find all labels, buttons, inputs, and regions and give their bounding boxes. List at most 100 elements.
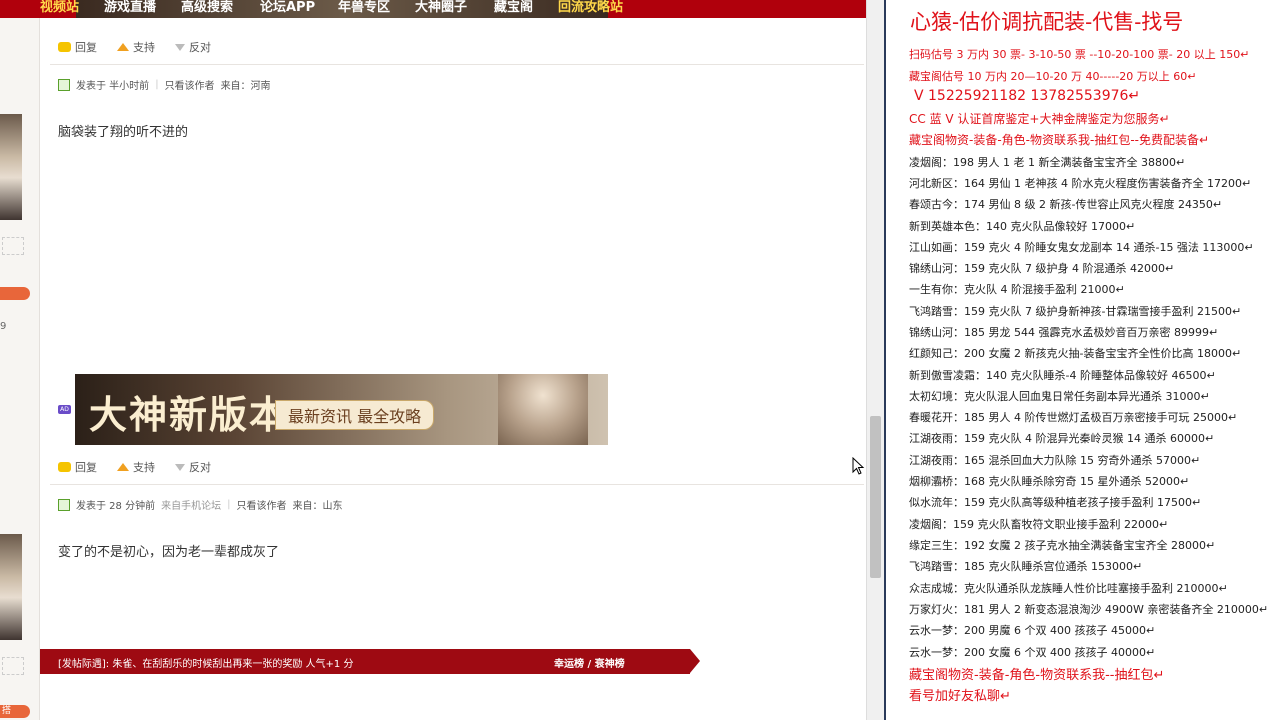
support-label: 支持 bbox=[133, 41, 155, 54]
oppose-button[interactable]: 反对 bbox=[175, 459, 211, 475]
user-avatar[interactable] bbox=[0, 534, 22, 640]
panel-line: 凌烟阁：198 男人 1 老 1 新全满装备宝宝齐全 38800↵ bbox=[909, 156, 1186, 169]
reply-icon bbox=[58, 42, 71, 52]
encounter-text: [发帖际遇]: 朱雀、在刮刮乐的时候刮出再来一张的奖励 人气+1 分 bbox=[58, 659, 354, 670]
panel-line: 春暖花开：185 男人 4 阶传世燃灯孟极百万亲密接手可玩 25000↵ bbox=[909, 411, 1238, 424]
post-content: 变了的不是初心，因为老一辈都成灰了 bbox=[58, 545, 280, 560]
meta-divider: | bbox=[155, 79, 159, 90]
user-avatar[interactable] bbox=[0, 114, 22, 220]
nav-item-circle[interactable]: 大神圈子 bbox=[415, 0, 467, 15]
panel-line: 扫码估号 3 万内 30 票- 3-10-50 票 --10-20-100 票-… bbox=[909, 48, 1250, 61]
post-encounter-bar: [发帖际遇]: 朱雀、在刮刮乐的时候刮出再来一张的奖励 人气+1 分 幸运榜 /… bbox=[40, 649, 700, 674]
post-icon bbox=[58, 78, 70, 91]
oppose-button[interactable]: 反对 bbox=[175, 39, 211, 55]
only-author-link[interactable]: 只看该作者 bbox=[165, 77, 215, 92]
nav-item-cangbaoge[interactable]: 藏宝阁 bbox=[494, 0, 533, 15]
reply-button[interactable]: 回复 bbox=[58, 459, 97, 475]
ad-subtitle: 最新资讯 最全攻略 bbox=[275, 400, 435, 430]
top-nav-bar: 视频站 游戏直播 高级搜索 论坛APP 年兽专区 大神圈子 藏宝阁 回流攻略站 bbox=[0, 0, 866, 18]
panel-phone-line: V 15225921182 13782553976↵ bbox=[914, 88, 1141, 104]
post-location: 来自：河南 bbox=[220, 81, 271, 92]
avatar-placeholder bbox=[2, 237, 24, 255]
support-button[interactable]: 支持 bbox=[117, 39, 155, 55]
post-meta: 发表于 半小时前 | 只看该作者 来自：河南 bbox=[58, 77, 271, 92]
thumb-down-icon bbox=[175, 43, 185, 51]
oppose-label: 反对 bbox=[189, 41, 211, 54]
post-action-row: 回复 支持 反对 bbox=[58, 457, 225, 477]
post-icon bbox=[58, 498, 70, 511]
panel-line: CC 蓝 V 认证首席鉴定+大神金牌鉴定为您服务↵ bbox=[909, 112, 1170, 126]
user-level-tag: 搭 bbox=[0, 705, 30, 718]
oppose-label: 反对 bbox=[189, 461, 211, 474]
post-action-row: 回复 支持 反对 bbox=[58, 37, 225, 57]
thumb-up-icon bbox=[117, 43, 129, 51]
ad-character-image bbox=[498, 374, 588, 445]
thumb-up-icon bbox=[117, 463, 129, 471]
panel-line: 江湖夜雨：165 混杀回血大力队除 15 穷奇外通杀 57000↵ bbox=[909, 454, 1201, 467]
panel-title: 心猿-估价调抗配装-代售-找号 bbox=[910, 10, 1184, 34]
panel-line: 看号加好友私聊↵ bbox=[909, 689, 1011, 704]
panel-line: 红颜知己：200 女魔 2 新孩克火抽-装备宝宝齐全性价比高 18000↵ bbox=[909, 347, 1242, 360]
panel-line: 云水一梦：200 男魔 6 个双 400 孩孩子 45000↵ bbox=[909, 624, 1156, 637]
panel-line: 似水流年：159 克火队高等级种植老孩子接手盈利 17500↵ bbox=[909, 496, 1202, 509]
reply-label: 回复 bbox=[75, 41, 97, 54]
avatar-placeholder bbox=[2, 657, 24, 675]
browser-viewport: 9 搭 视频站 游戏直播 高级搜索 论坛APP 年兽专区 大神圈子 藏宝阁 回流… bbox=[0, 0, 884, 720]
support-button[interactable]: 支持 bbox=[117, 459, 155, 475]
nav-item-live[interactable]: 游戏直播 bbox=[104, 0, 156, 15]
panel-line: 江山如画：159 克火 4 阶睡女鬼女龙副本 14 通杀-15 强法 11300… bbox=[909, 241, 1254, 254]
panel-line: 缘定三生：192 女魔 2 孩子克水抽全满装备宝宝齐全 28000↵ bbox=[909, 539, 1216, 552]
panel-line: 飞鸿踏雪：159 克火队 7 级护身新神孩-甘霖瑞雪接手盈利 21500↵ bbox=[909, 305, 1242, 318]
meta-divider: | bbox=[227, 499, 231, 510]
panel-line: 新到英雄本色：140 克火队品像较好 17000↵ bbox=[909, 220, 1136, 233]
panel-line: 江湖夜雨：159 克火队 4 阶混异光秦岭灵猴 14 通杀 60000↵ bbox=[909, 432, 1215, 445]
panel-line: 藏宝阁估号 10 万内 20—10-20 万 40-----20 万以上 60↵ bbox=[909, 70, 1197, 83]
thumb-down-icon bbox=[175, 463, 185, 471]
divider bbox=[50, 64, 864, 65]
nav-item-app[interactable]: 论坛APP bbox=[260, 0, 315, 15]
post-content: 脑袋装了翔的听不进的 bbox=[58, 125, 189, 140]
text-overlay-panel: 心猿-估价调抗配装-代售-找号 扫码估号 3 万内 30 票- 3-10-50 … bbox=[900, 0, 1280, 720]
thread-content: 回复 支持 反对 发表于 半小时前 | 只看该作者 来自：河南 脑袋装了翔的听不… bbox=[40, 18, 866, 720]
post-time: 发表于 28 分钟前 bbox=[76, 501, 156, 512]
ad-title: 大神新版本 bbox=[89, 392, 290, 437]
panel-line: 河北新区：164 男仙 1 老神孩 4 阶水克火程度伤害装备齐全 17200↵ bbox=[909, 177, 1252, 190]
post-time: 发表于 半小时前 bbox=[76, 81, 150, 92]
left-sidebar: 9 搭 bbox=[0, 0, 40, 720]
panel-line: 烟柳灞桥：168 克火队睡杀除穷奇 15 星外通杀 52000↵ bbox=[909, 475, 1190, 488]
scrollbar-thumb[interactable] bbox=[870, 416, 881, 578]
post-location: 来自：山东 bbox=[292, 501, 343, 512]
reply-button[interactable]: 回复 bbox=[58, 39, 97, 55]
support-label: 支持 bbox=[133, 461, 155, 474]
panel-line: 飞鸿踏雪：185 克火队睡杀宫位通杀 153000↵ bbox=[909, 560, 1143, 573]
ad-banner[interactable]: 大神新版本 最新资讯 最全攻略 bbox=[75, 374, 608, 445]
reply-icon bbox=[58, 462, 71, 472]
panel-line: 藏宝阁物资-装备-角色-物资联系我--抽红包↵ bbox=[909, 668, 1165, 683]
panel-line: 万家灯火：181 男人 2 新变态混浪淘沙 4900W 亲密装备齐全 21000… bbox=[909, 603, 1269, 616]
post-meta: 发表于 28 分钟前 来自手机论坛 | 只看该作者 来自：山东 bbox=[58, 497, 342, 512]
panel-line: 太初幻境：克火队混人回血鬼日常任务副本异光通杀 31000↵ bbox=[909, 390, 1210, 403]
post-source: 来自手机论坛 bbox=[161, 501, 222, 512]
luck-ranking-link[interactable]: 幸运榜 / 衰神榜 bbox=[554, 655, 625, 670]
panel-line: 春颂古今：174 男仙 8 级 2 新孩-传世容止风克火程度 24350↵ bbox=[909, 198, 1223, 211]
panel-line: 一生有你：克火队 4 阶混接手盈利 21000↵ bbox=[909, 283, 1125, 296]
ad-badge: AD bbox=[58, 405, 71, 414]
panel-line: 凌烟阁：159 克火队畜牧符文职业接手盈利 22000↵ bbox=[909, 518, 1169, 531]
divider bbox=[50, 484, 864, 485]
only-author-link[interactable]: 只看该作者 bbox=[236, 497, 286, 512]
panel-line: 云水一梦：200 女魔 6 个双 400 孩孩子 40000↵ bbox=[909, 646, 1156, 659]
window-divider bbox=[884, 0, 900, 720]
nav-item-nianshou[interactable]: 年兽专区 bbox=[338, 0, 390, 15]
user-stat-number: 9 bbox=[0, 321, 7, 332]
nav-item-guide[interactable]: 回流攻略站 bbox=[558, 0, 623, 15]
reply-label: 回复 bbox=[75, 461, 97, 474]
panel-line: 锦绣山河：185 男龙 544 强霹克水孟极妙音百万亲密 89999↵ bbox=[909, 326, 1219, 339]
panel-line: 众志成城：克火队通杀队龙族睡人性价比哇塞接手盈利 210000↵ bbox=[909, 582, 1228, 595]
page-scrollbar[interactable] bbox=[866, 0, 884, 720]
nav-item-video[interactable]: 视频站 bbox=[40, 0, 79, 15]
panel-line: 藏宝阁物资-装备-角色-物资联系我-抽红包--免费配装备↵ bbox=[909, 133, 1210, 147]
nav-item-search[interactable]: 高级搜索 bbox=[181, 0, 233, 15]
user-level-tag bbox=[0, 287, 30, 300]
panel-line: 新到傲雪凌霜：140 克火队睡杀-4 阶睡整体品像较好 46500↵ bbox=[909, 369, 1216, 382]
panel-line: 锦绣山河：159 克火队 7 级护身 4 阶混通杀 42000↵ bbox=[909, 262, 1175, 275]
